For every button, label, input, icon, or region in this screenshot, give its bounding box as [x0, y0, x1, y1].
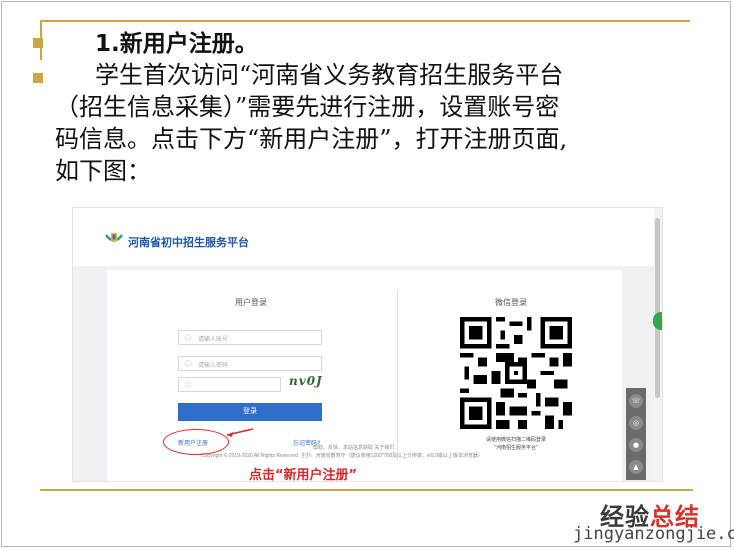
top-rule — [40, 20, 690, 22]
slide-title: 1.新用户注册。 — [95, 31, 258, 57]
back-to-top-icon[interactable]: ▲ — [629, 460, 643, 474]
login-button[interactable]: 登录 — [178, 403, 322, 421]
bottom-rule — [40, 489, 693, 491]
password-placeholder: 请输入密码 — [198, 363, 229, 369]
qr-caption: 请使用微信扫描二维码登录 “河南招生服务平台” — [437, 436, 595, 452]
site-brand: 河南省初中招生服务平台 — [128, 237, 249, 249]
scrollbar[interactable] — [654, 210, 661, 481]
site-logo-icon — [105, 233, 123, 242]
lock-icon: ◯ — [185, 361, 192, 367]
password-input[interactable]: ◯ 请输入密码 — [178, 356, 322, 371]
phone-icon[interactable]: ☏ — [629, 394, 643, 408]
highlight-oval — [163, 429, 229, 455]
watermark-url: jingyanzongjie.com — [573, 524, 734, 544]
wechat-icon[interactable]: ◎ — [629, 416, 643, 430]
paragraph-line: （招生信息采集）”需要先进行注册，设置账号密 — [55, 93, 560, 121]
qr-caption-line: 请使用微信扫描二维码登录 — [485, 437, 546, 443]
side-toolbar: ☏ ◎ ● ▲ — [626, 388, 646, 480]
paragraph-line: 码信息。点击下方“新用户注册”，打开注册页面, — [55, 125, 568, 153]
paragraph-line: 如下图： — [55, 157, 151, 185]
annotation-text: 点击“新用户注册” — [249, 468, 358, 482]
paragraph-line: 学生首次访问“河南省义务教育招生服务平台 — [95, 61, 564, 89]
captcha-input[interactable]: ▢ — [178, 377, 281, 392]
green-side-tab[interactable] — [653, 312, 662, 330]
user-icon[interactable]: ● — [629, 438, 643, 452]
bullet-square-icon — [33, 38, 43, 48]
login-title: 用户登录 — [235, 298, 267, 307]
captcha-image[interactable]: nv0J — [289, 374, 327, 392]
qr-caption-line: “河南招生服务平台” — [494, 445, 538, 451]
footer-links[interactable]: 帮助、反馈、本站信息获取 关于我们 — [313, 444, 394, 451]
site-header: 河南省初中招生服务平台 — [73, 208, 655, 266]
account-input[interactable]: ◯ 请输入账号 — [178, 330, 322, 345]
qr-code-icon — [460, 317, 572, 429]
red-arrow-icon — [226, 428, 254, 437]
panel-divider — [397, 290, 398, 460]
wechat-title: 微信登录 — [495, 298, 527, 307]
bullet-square-icon — [33, 73, 43, 83]
user-icon: ◯ — [185, 335, 192, 341]
account-placeholder: 请输入账号 — [198, 337, 229, 343]
footer-copyright: Copyright © 2019-2020 All Rights Reserve… — [201, 453, 483, 459]
scrollbar-thumb[interactable] — [655, 218, 660, 398]
shield-icon: ▢ — [185, 381, 191, 388]
embedded-screenshot: 河南省初中招生服务平台 用户登录 ◯ 请输入账号 ◯ 请输入密码 ▢ nv0J … — [72, 207, 663, 482]
